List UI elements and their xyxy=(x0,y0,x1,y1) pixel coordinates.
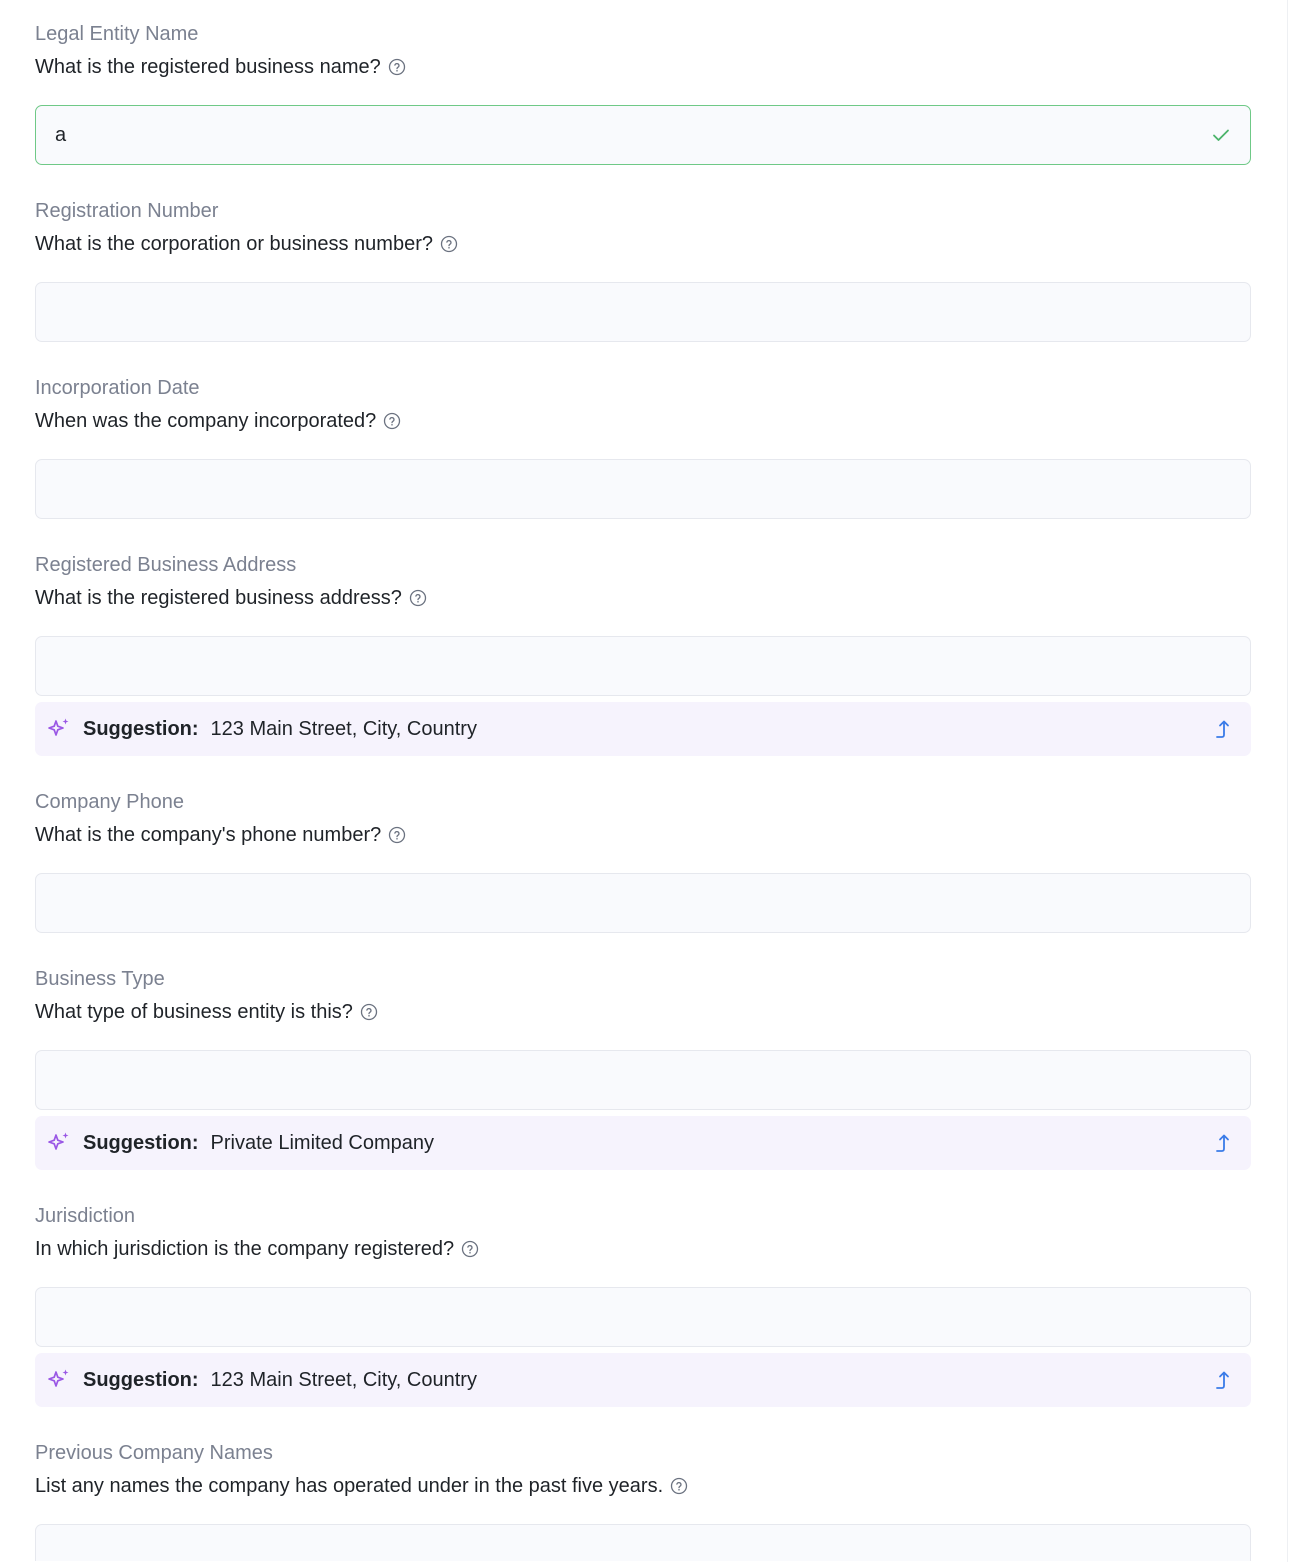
field-question: List any names the company has operated … xyxy=(35,1474,688,1498)
suggestion-bar[interactable]: Suggestion: 123 Main Street, City, Countr… xyxy=(35,1353,1251,1407)
suggestion-label: Suggestion: xyxy=(83,1369,199,1391)
field-question: What is the company's phone number? xyxy=(35,823,406,847)
sparkle-icon xyxy=(46,1367,72,1393)
field-question-text: What type of business entity is this? xyxy=(35,1001,353,1023)
suggestion-value: 123 Main Street, City, Country xyxy=(210,718,477,740)
field-question: When was the company incorporated? xyxy=(35,409,401,433)
field-question-text: List any names the company has operated … xyxy=(35,1475,664,1497)
field-question-text: When was the company incorporated? xyxy=(35,410,377,432)
sparkle-icon xyxy=(46,716,72,742)
field-question: What is the registered business address? xyxy=(35,586,427,610)
field-label: Registered Business Address xyxy=(35,554,297,576)
field-question-text: In which jurisdiction is the company reg… xyxy=(35,1238,455,1260)
field-question-text: What is the registered business address? xyxy=(35,587,402,609)
help-circle-icon[interactable] xyxy=(388,826,406,844)
sparkle-icon xyxy=(46,1130,72,1156)
field-label: Incorporation Date xyxy=(35,377,200,399)
company-phone-input[interactable] xyxy=(35,873,1251,933)
apply-arrow-icon[interactable] xyxy=(1213,1131,1237,1155)
field-label: Registration Number xyxy=(35,200,219,222)
registration-number-input[interactable] xyxy=(35,282,1251,342)
suggestion-label: Suggestion: xyxy=(83,1132,199,1154)
help-circle-icon[interactable] xyxy=(360,1003,378,1021)
field-question: What is the registered business name? xyxy=(35,55,406,79)
help-circle-icon[interactable] xyxy=(440,235,458,253)
field-question: What type of business entity is this? xyxy=(35,1000,378,1024)
input-value: a xyxy=(55,124,67,146)
field-label: Jurisdiction xyxy=(35,1205,136,1227)
field-question-text: What is the company's phone number? xyxy=(35,824,382,846)
suggestion-text: Suggestion: Private Limited Company xyxy=(83,1131,434,1155)
field-label: Company Phone xyxy=(35,791,184,813)
help-circle-icon[interactable] xyxy=(388,58,406,76)
suggestion-text: Suggestion: 123 Main Street, City, Countr… xyxy=(83,1368,477,1392)
suggestion-value: 123 Main Street, City, Country xyxy=(210,1369,477,1391)
apply-arrow-icon[interactable] xyxy=(1213,1368,1237,1392)
jurisdiction-input[interactable] xyxy=(35,1287,1251,1347)
suggestion-value: Private Limited Company xyxy=(210,1132,434,1154)
registered-business-address-input[interactable] xyxy=(35,636,1251,696)
field-question-text: What is the corporation or business numb… xyxy=(35,233,433,255)
field-question: What is the corporation or business numb… xyxy=(35,232,458,256)
help-circle-icon[interactable] xyxy=(383,412,401,430)
field-label: Legal Entity Name xyxy=(35,23,199,45)
field-question: In which jurisdiction is the company reg… xyxy=(35,1237,479,1261)
business-type-input[interactable] xyxy=(35,1050,1251,1110)
suggestion-bar[interactable]: Suggestion: 123 Main Street, City, Countr… xyxy=(35,702,1251,756)
help-circle-icon[interactable] xyxy=(461,1240,479,1258)
field-label: Previous Company Names xyxy=(35,1442,273,1464)
suggestion-bar[interactable]: Suggestion: Private Limited Company xyxy=(35,1116,1251,1170)
incorporation-date-input[interactable] xyxy=(35,459,1251,519)
field-label: Business Type xyxy=(35,968,165,990)
field-question-text: What is the registered business name? xyxy=(35,56,381,78)
help-circle-icon[interactable] xyxy=(409,589,427,607)
legal-entity-name-input[interactable]: a xyxy=(35,105,1251,165)
help-circle-icon[interactable] xyxy=(670,1477,688,1495)
page-right-divider xyxy=(1287,0,1288,1562)
apply-arrow-icon[interactable] xyxy=(1213,717,1237,741)
suggestion-label: Suggestion: xyxy=(83,718,199,740)
suggestion-text: Suggestion: 123 Main Street, City, Countr… xyxy=(83,717,477,741)
check-icon xyxy=(1210,124,1232,146)
previous-company-names-input[interactable] xyxy=(35,1524,1251,1561)
